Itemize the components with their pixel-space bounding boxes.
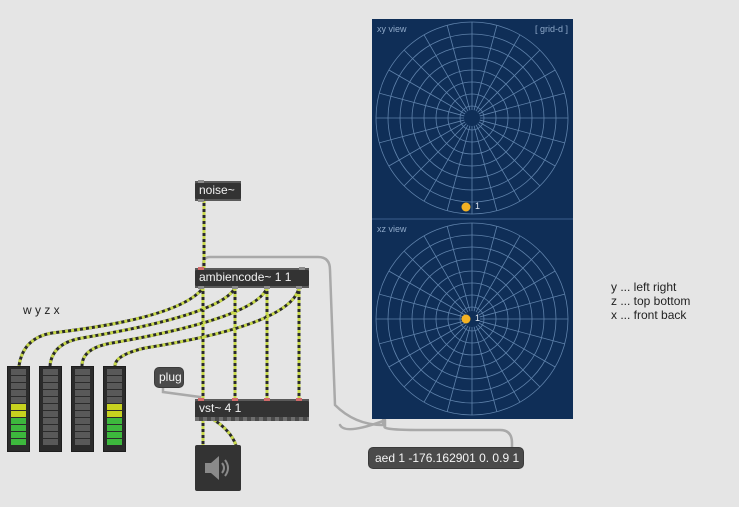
meter-segment [75,390,90,396]
meter-segment [75,376,90,382]
inlet[interactable] [198,180,204,183]
source-label-xy: 1 [475,201,481,211]
meters-label: w y z x [23,303,60,317]
patchcord-panner-to-aed [383,418,514,450]
meter-segment [75,432,90,438]
meter-segment [107,383,122,389]
speaker-output[interactable] [195,445,241,491]
outlet[interactable] [232,286,238,289]
outlet[interactable] [296,286,302,289]
meter-segment [75,369,90,375]
meter-segment [43,439,58,445]
level-meter [39,366,62,452]
meter-segment [107,432,122,438]
source-label-xz: 1 [475,313,481,323]
meter-segment [11,376,26,382]
meter-segment [107,397,122,403]
level-meter [7,366,30,452]
meter-segment [11,432,26,438]
meter-segment [11,383,26,389]
xz-view-label: xz view [377,224,407,234]
meter-segment [107,418,122,424]
outlet[interactable] [264,286,270,289]
level-meter [71,366,94,452]
plug-message-label: plug [159,370,182,384]
speaker-icon [205,456,229,480]
aed-message-box[interactable]: aed 1 -176.162901 0. 0.9 1 [368,447,524,469]
patchcord-panner-to-aed-b [338,419,385,431]
meter-segment [43,369,58,375]
ambiencode-object[interactable]: ambiencode~ 1 1 [195,267,309,289]
meter-segment [11,397,26,403]
meter-segment [75,439,90,445]
meter-segment [11,418,26,424]
meter-segment [107,369,122,375]
inlet[interactable] [198,267,204,270]
meter-segment [43,411,58,417]
aed-message-label: aed 1 -176.162901 0. 0.9 1 [375,451,520,465]
plug-message-box[interactable]: plug [154,367,184,388]
meter-segment [11,404,26,410]
meter-segment [43,383,58,389]
meter-segment [11,439,26,445]
meter-segment [107,425,122,431]
meter-segment [107,439,122,445]
meter-segment [75,397,90,403]
xy-view-label: xy view [377,24,407,34]
inlet[interactable] [299,267,305,270]
inlet[interactable] [232,398,238,401]
meter-segment [43,432,58,438]
ambisonic-panner[interactable]: xy view [ grid-d ] xz view 1 1 [372,19,573,419]
meter-segment [11,369,26,375]
ambiencode-object-label: ambiencode~ 1 1 [199,270,292,284]
meter-segment [75,404,90,410]
legend-line-y: y ... left right [611,280,677,294]
inlet[interactable] [198,398,204,401]
meter-segment [11,390,26,396]
meter-segment [43,404,58,410]
inlet[interactable] [264,398,270,401]
legend-line-z: z ... top bottom [611,294,691,308]
meter-segment [107,390,122,396]
noise-object[interactable]: noise~ [195,180,241,202]
source-point-xy[interactable] [461,202,471,212]
meter-segment [43,397,58,403]
meter-segment [11,425,26,431]
meter-segment [43,418,58,424]
meter-segment [43,376,58,382]
source-point-xz[interactable] [461,314,471,324]
level-meter [103,366,126,452]
noise-object-label: noise~ [199,183,235,197]
vst-object[interactable]: vst~ 4 1 [195,398,309,421]
axis-legend: y ... left right z ... top bottom x ... … [611,280,690,322]
meter-segment [75,411,90,417]
meter-segment [11,411,26,417]
legend-line-x: x ... front back [611,308,687,322]
panner-grid [372,21,573,416]
inlet[interactable] [296,398,302,401]
outlet[interactable] [198,286,204,289]
meter-segment [75,418,90,424]
meter-segment [75,425,90,431]
meter-segment [107,376,122,382]
grid-mode-label: [ grid-d ] [534,24,568,34]
meter-segment [43,390,58,396]
meter-segment [75,383,90,389]
meter-segment [107,404,122,410]
meter-segment [43,425,58,431]
meter-segment [107,411,122,417]
vst-object-label: vst~ 4 1 [199,401,242,415]
outlet[interactable] [198,199,204,202]
